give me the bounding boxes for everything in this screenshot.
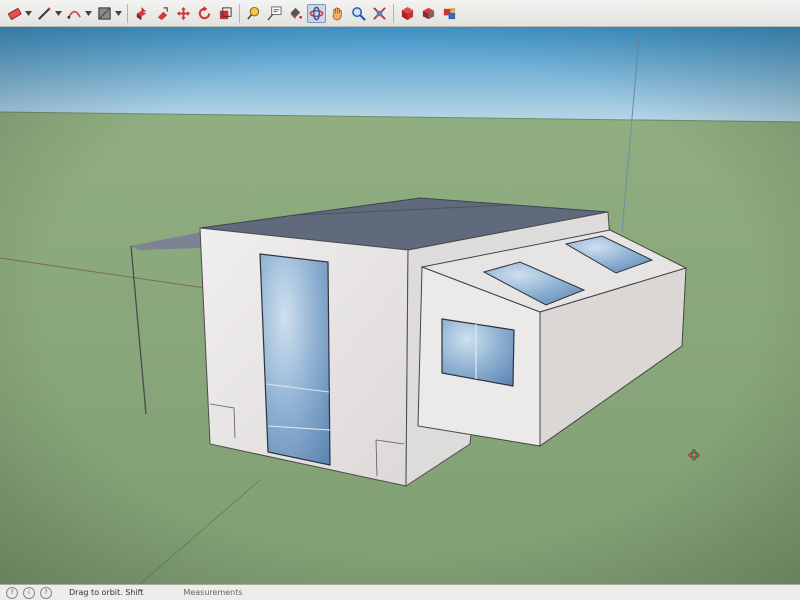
shape-dropdown-icon[interactable]: [115, 4, 122, 23]
rectangle-shape-icon[interactable]: [95, 4, 114, 23]
credits-icon[interactable]: i: [23, 586, 35, 599]
orbit-icon[interactable]: [307, 3, 326, 23]
text-label-icon[interactable]: [265, 4, 284, 23]
eraser-dropdown-icon[interactable]: [25, 4, 32, 23]
pencil-line-icon[interactable]: [35, 4, 54, 23]
3d-warehouse-icon[interactable]: [398, 4, 417, 23]
toolbar-separator: [127, 3, 128, 23]
help-icon[interactable]: ?: [40, 586, 52, 599]
eraser-icon[interactable]: [5, 4, 24, 23]
scale-icon[interactable]: [216, 4, 235, 23]
pan-hand-icon[interactable]: [328, 4, 347, 23]
extension-warehouse-icon[interactable]: [440, 4, 459, 23]
share-model-icon[interactable]: [419, 4, 438, 23]
move-icon[interactable]: [174, 4, 193, 23]
line-dropdown-icon[interactable]: [55, 4, 62, 23]
main-toolbar: [0, 0, 800, 27]
geo-location-icon[interactable]: ?: [6, 586, 18, 599]
toolbar-separator: [239, 3, 240, 23]
follow-me-icon[interactable]: [153, 4, 172, 23]
status-bar: ? i ? Drag to orbit. Shift Measurements: [0, 584, 800, 600]
arc-icon[interactable]: [65, 4, 84, 23]
status-text: Drag to orbit. Shift: [69, 588, 144, 597]
arc-dropdown-icon[interactable]: [85, 4, 92, 23]
zoom-extents-icon[interactable]: [370, 4, 389, 23]
toolbar-separator: [393, 3, 394, 23]
measurements-label: Measurements: [183, 588, 243, 597]
3d-viewport[interactable]: [0, 27, 800, 584]
zoom-magnifier-icon[interactable]: [349, 4, 368, 23]
paint-bucket-icon[interactable]: [286, 4, 305, 23]
rotate-icon[interactable]: [195, 4, 214, 23]
push-pull-icon[interactable]: [132, 4, 151, 23]
tape-measure-icon[interactable]: [244, 4, 263, 23]
screen-vignette: [0, 27, 800, 584]
